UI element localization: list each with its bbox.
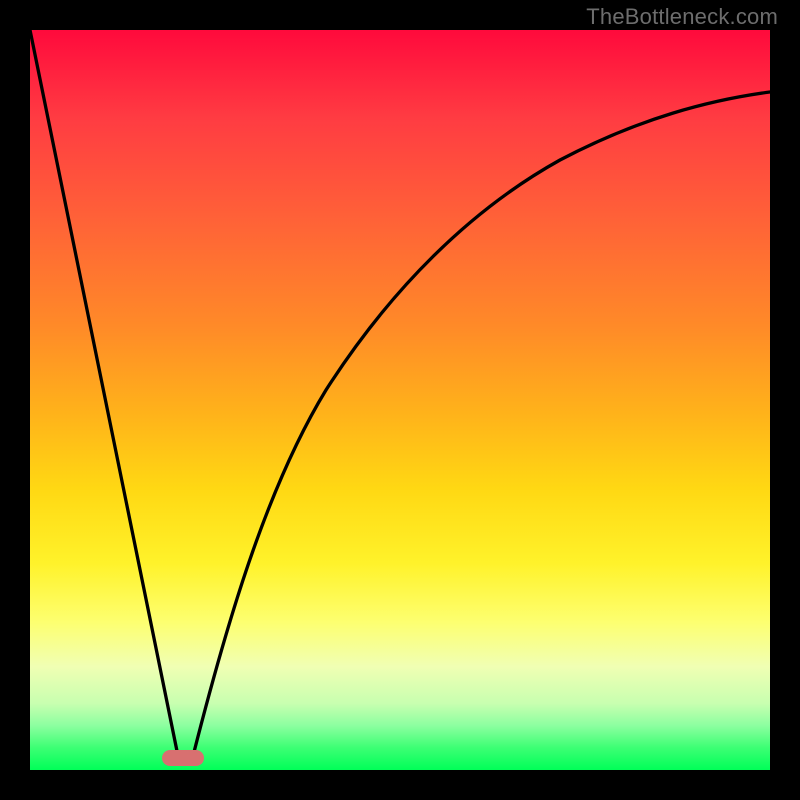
chart-frame: TheBottleneck.com bbox=[0, 0, 800, 800]
watermark-text: TheBottleneck.com bbox=[586, 4, 778, 30]
bottleneck-curve bbox=[30, 30, 770, 770]
plot-area bbox=[30, 30, 770, 770]
optimal-range-marker bbox=[162, 750, 204, 766]
curve-path bbox=[30, 30, 770, 759]
